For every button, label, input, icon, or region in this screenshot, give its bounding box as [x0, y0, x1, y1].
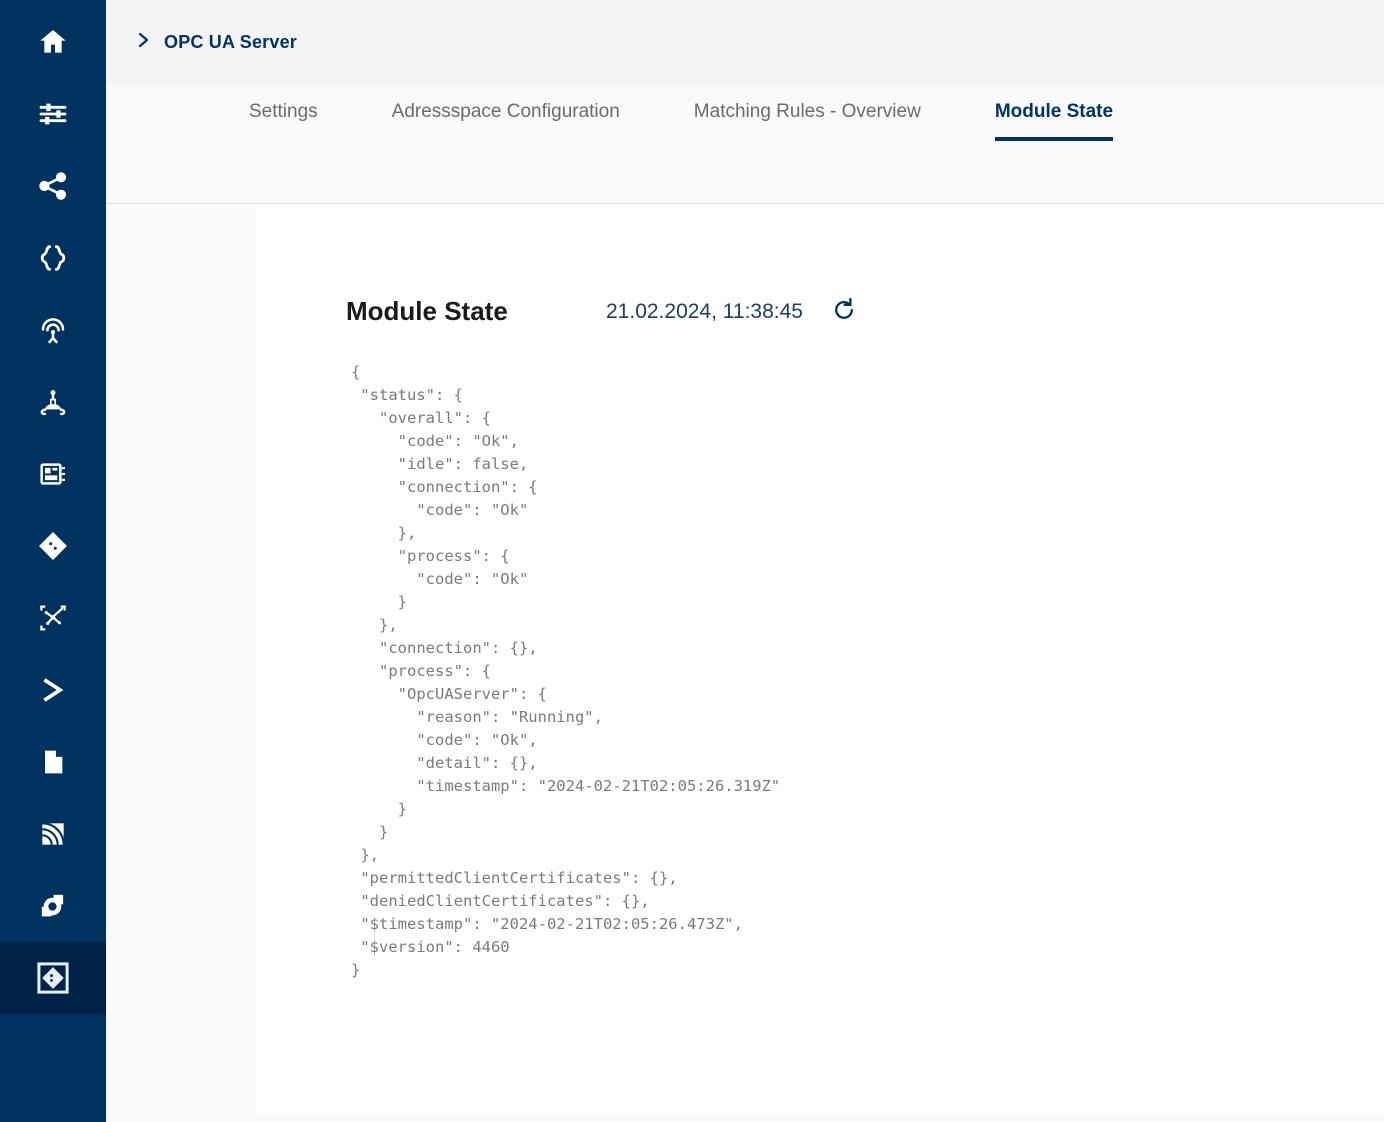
- sidebar-item-share[interactable]: [0, 150, 106, 222]
- file-icon: [37, 746, 69, 778]
- module-state-timestamp: 21.02.2024, 11:38:45: [606, 299, 803, 323]
- tab-module-state[interactable]: Module State: [994, 85, 1114, 141]
- page-title: OPC UA Server: [164, 32, 297, 52]
- breadcrumb[interactable]: OPC UA Server: [136, 30, 297, 55]
- share-icon: [37, 170, 69, 202]
- content-area: Module State 21.02.2024, 11:38:45 { "sta…: [106, 204, 1384, 1122]
- refresh-button[interactable]: [831, 297, 857, 326]
- sidebar-item-home[interactable]: [0, 6, 106, 78]
- sidebar-item-opc-ua-server[interactable]: [0, 942, 106, 1014]
- robot-icon: [37, 386, 69, 418]
- sidebar-item-signal[interactable]: [0, 798, 106, 870]
- home-icon: [37, 26, 69, 58]
- sidebar-item-json[interactable]: [0, 222, 106, 294]
- main-region: OPC UA Server Settings Adressspace Confi…: [106, 0, 1384, 1122]
- device-icon: [37, 458, 69, 490]
- sidebar-item-device[interactable]: [0, 438, 106, 510]
- sidebar-item-file[interactable]: [0, 726, 106, 798]
- broadcast-icon: [37, 314, 69, 346]
- sliders-icon: [37, 98, 69, 130]
- signal-icon: [37, 818, 69, 850]
- gear-ring-icon: [37, 890, 69, 922]
- sidebar: [0, 0, 106, 1122]
- sidebar-item-sliders[interactable]: [0, 78, 106, 150]
- tab-matching-rules-overview[interactable]: Matching Rules - Overview: [694, 85, 921, 141]
- module-state-header: Module State 21.02.2024, 11:38:45: [346, 296, 1384, 327]
- diamond-icon: [37, 530, 69, 562]
- boxed-diamond-icon: [35, 960, 71, 996]
- chevron-right-icon: [36, 673, 70, 707]
- sidebar-item-service[interactable]: [0, 870, 106, 942]
- chevron-right-icon[interactable]: [136, 30, 152, 55]
- module-state-title: Module State: [346, 296, 508, 326]
- sidebar-item-diamond[interactable]: [0, 510, 106, 582]
- sidebar-item-topology[interactable]: [0, 582, 106, 654]
- topology-icon: [37, 602, 69, 634]
- sidebar-item-robot[interactable]: [0, 366, 106, 438]
- page-header: OPC UA Server: [106, 0, 1384, 85]
- module-state-card: Module State 21.02.2024, 11:38:45 { "sta…: [256, 204, 1384, 1114]
- sidebar-item-console[interactable]: [0, 654, 106, 726]
- curly-braces-icon: [37, 242, 69, 274]
- refresh-icon: [831, 297, 857, 326]
- tab-bar: Settings Adressspace Configuration Match…: [106, 85, 1384, 204]
- app-root: OPC UA Server Settings Adressspace Confi…: [0, 0, 1384, 1122]
- sidebar-item-broadcast[interactable]: [0, 294, 106, 366]
- tab-settings[interactable]: Settings: [249, 85, 318, 141]
- module-state-json: { "status": { "overall": { "code": "Ok",…: [351, 363, 781, 979]
- tab-adressspace-configuration[interactable]: Adressspace Configuration: [392, 85, 620, 141]
